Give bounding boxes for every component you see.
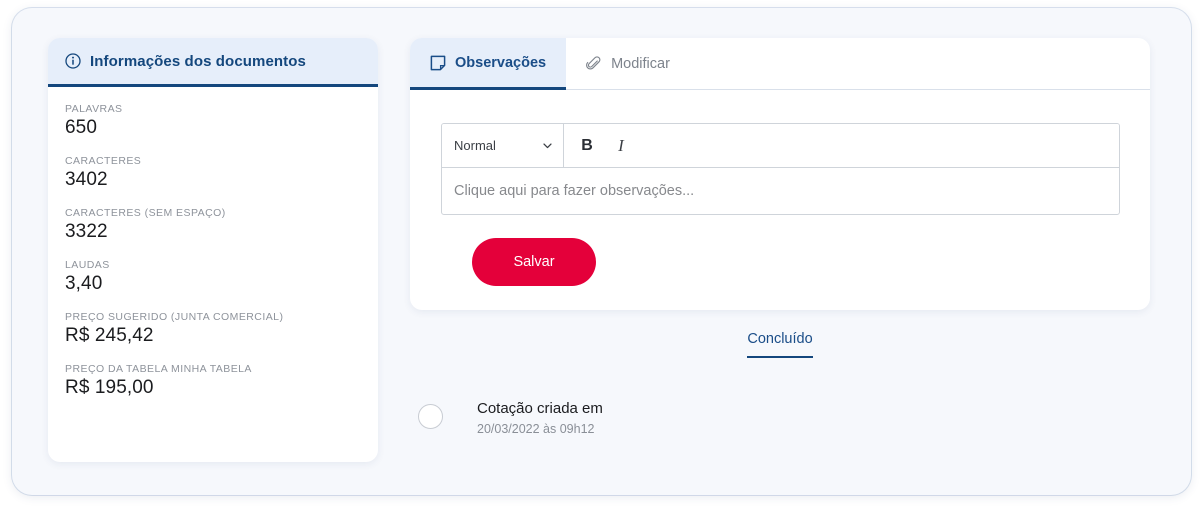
stat-value: 3402 [65, 169, 108, 190]
document-info-title: Informações dos documentos [90, 52, 306, 70]
stat-label: PREÇO SUGERIDO (JUNTA COMERCIAL) [65, 311, 284, 323]
status-strip: Concluído [410, 330, 1150, 358]
stat-row: CARACTERES (SEM ESPAÇO) 3322 [65, 207, 361, 243]
info-circle-icon [65, 53, 81, 69]
timeline-item-title: Cotação criada em [477, 400, 603, 417]
tab-modificar[interactable]: Modificar [566, 38, 690, 90]
paperclip-icon [586, 56, 601, 70]
stat-label: CARACTERES (SEM ESPAÇO) [65, 207, 226, 219]
stat-row: LAUDAS 3,40 [65, 259, 361, 295]
timeline-dot-icon [418, 404, 443, 429]
editor-toolbar: Normal B I [442, 124, 1119, 168]
stat-value: R$ 245,42 [65, 325, 154, 346]
timeline: Cotação criada em 20/03/2022 às 09h12 [410, 400, 1150, 436]
stat-label: PALAVRAS [65, 103, 123, 115]
timeline-item-date: 20/03/2022 às 09h12 [477, 422, 595, 436]
timeline-item-text: Cotação criada em 20/03/2022 às 09h12 [477, 400, 603, 436]
rich-text-editor: Normal B I Clique aqui para fazer observ… [441, 123, 1120, 215]
stat-label: CARACTERES [65, 155, 142, 167]
document-info-card: Informações dos documentos PALAVRAS 650 … [48, 38, 378, 462]
status-label: Concluído [747, 331, 813, 347]
tab-label: Observações [455, 54, 547, 71]
stat-label: LAUDAS [65, 259, 110, 271]
observations-input[interactable]: Clique aqui para fazer observações... [442, 168, 1119, 214]
stat-value: R$ 195,00 [65, 377, 154, 398]
observations-card: Observações Modificar Normal B I Clique … [410, 38, 1150, 310]
document-stats-list: PALAVRAS 650 CARACTERES 3402 CARACTERES … [48, 87, 378, 399]
stat-value: 3,40 [65, 273, 103, 294]
status-tab-concluido[interactable]: Concluído [747, 330, 813, 358]
stat-row: PALAVRAS 650 [65, 103, 361, 139]
stat-row: PREÇO DA TABELA MINHA TABELA R$ 195,00 [65, 363, 361, 399]
tab-observacoes[interactable]: Observações [410, 38, 567, 90]
timeline-item: Cotação criada em 20/03/2022 às 09h12 [410, 400, 1150, 436]
stat-label: PREÇO DA TABELA MINHA TABELA [65, 363, 252, 375]
chevron-down-icon [543, 143, 552, 149]
format-select-value: Normal [454, 138, 496, 153]
stat-value: 3322 [65, 221, 108, 242]
format-select[interactable]: Normal [442, 124, 564, 167]
bold-button[interactable]: B [570, 124, 604, 167]
italic-button[interactable]: I [604, 124, 638, 167]
save-button[interactable]: Salvar [472, 238, 596, 286]
observations-placeholder: Clique aqui para fazer observações... [454, 183, 695, 199]
stat-row: CARACTERES 3402 [65, 155, 361, 191]
document-info-header: Informações dos documentos [48, 38, 378, 87]
app-container: Informações dos documentos PALAVRAS 650 … [12, 8, 1191, 495]
note-icon [430, 55, 446, 70]
stat-row: PREÇO SUGERIDO (JUNTA COMERCIAL) R$ 245,… [65, 311, 361, 347]
tab-label: Modificar [611, 56, 670, 72]
stat-value: 650 [65, 117, 98, 138]
observations-editor-wrap: Normal B I Clique aqui para fazer observ… [441, 123, 1120, 286]
card-tabbar: Observações Modificar [410, 38, 1150, 90]
